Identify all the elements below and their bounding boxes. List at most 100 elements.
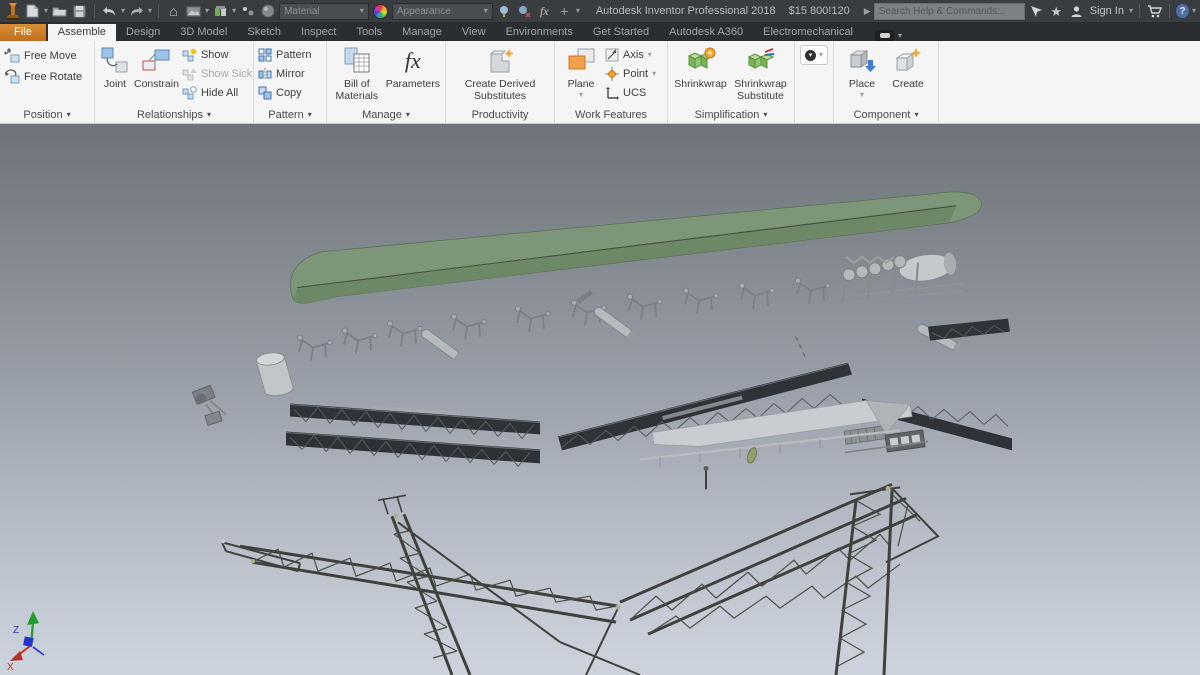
help-icon[interactable]: ? [1176,4,1189,18]
parameters-button[interactable]: fx Parameters [385,43,441,92]
user-icon[interactable] [1068,3,1085,19]
shrinkwrap-button[interactable]: Shrinkwrap [672,43,729,92]
material-dropdown[interactable]: Material ▾ [279,2,369,20]
group-label-relationships[interactable]: Relationships ▾ [99,107,249,123]
ucs-button[interactable]: UCS [605,84,656,101]
tab-environments[interactable]: Environments [496,24,583,41]
tab-view[interactable]: View [452,24,496,41]
blade-part[interactable] [290,191,982,304]
model-canvas[interactable]: X Z [0,124,1200,675]
fx-icon[interactable]: fx [536,3,553,19]
undo-icon[interactable] [101,3,118,19]
plane-button[interactable]: Plane ▾ [559,43,603,101]
update-caret[interactable]: ▾ [232,7,236,15]
tab-autodesk-a360[interactable]: Autodesk A360 [659,24,753,41]
new-file-icon[interactable] [24,3,41,19]
search-go-icon[interactable] [1028,3,1045,19]
update-icon[interactable] [212,3,229,19]
search-overflow-caret[interactable]: ▶ [864,6,871,16]
tab-file[interactable]: File [0,24,46,41]
help-caret[interactable]: ▾ [1192,7,1196,15]
create-button[interactable]: Create [885,43,931,92]
jib-truss-part[interactable] [220,465,940,675]
tab-design[interactable]: Design [116,24,170,41]
bill-of-materials-button[interactable]: Bill of Materials [331,43,383,104]
plane-caret[interactable]: ▾ [579,91,583,99]
truss-beam-short[interactable] [928,318,1010,341]
tab-3d-model[interactable]: 3D Model [170,24,237,41]
joint-icon [100,45,130,77]
tab-inspect[interactable]: Inspect [291,24,346,41]
cart-icon[interactable] [1146,3,1163,19]
mirror-button[interactable]: Mirror [258,65,311,82]
ucs-label: UCS [623,86,647,99]
copy-button[interactable]: Copy [258,84,311,101]
favorites-star-icon[interactable]: ★ [1048,3,1065,19]
group-label-component[interactable]: Component ▾ [838,107,934,123]
search-input[interactable] [873,2,1025,20]
truss-beam-left-lower[interactable] [285,431,541,468]
point-caret[interactable]: ▾ [652,69,656,78]
shrinkwrap-substitute-button[interactable]: Shrinkwrap Substitute [731,43,790,104]
group-label-manage[interactable]: Manage ▾ [331,107,441,123]
group-label-productivity[interactable]: Productivity [450,107,550,123]
axis-button[interactable]: Axis ▾ [605,46,656,63]
hide-all-button[interactable]: Hide All [182,84,252,101]
new-file-caret[interactable]: ▾ [44,7,48,15]
tab-assemble[interactable]: Assemble [47,24,117,41]
view-face-icon[interactable] [185,3,202,19]
tab-electromechanical[interactable]: Electromechanical [753,24,863,41]
select-icon[interactable] [239,3,256,19]
pattern-button[interactable]: Pattern [258,46,311,63]
sign-in-label[interactable]: Sign In [1090,5,1124,17]
group-label-work-features[interactable]: Work Features [559,107,663,123]
open-icon[interactable] [51,3,68,19]
add-qat-icon[interactable]: + [556,3,573,19]
group-label-simplification[interactable]: Simplification ▾ [672,107,790,123]
appearance-dropdown[interactable]: Appearance ▾ [391,2,493,20]
create-derived-substitutes-icon [484,45,516,77]
show-sick-button[interactable]: Show Sick [182,65,252,82]
truss-beam-left-upper[interactable] [289,403,541,440]
bracket-parts-row[interactable] [296,277,962,363]
tab-get-started[interactable]: Get Started [583,24,659,41]
tab-tools[interactable]: Tools [346,24,392,41]
clear-appearance-icon[interactable] [516,3,533,19]
group-label-pattern[interactable]: Pattern ▾ [258,107,322,123]
axis-caret[interactable]: ▾ [648,50,652,59]
show-button[interactable]: Show [182,46,252,63]
sign-in-caret[interactable]: ▾ [1129,7,1133,15]
home-icon[interactable]: ⌂ [165,3,182,19]
plane-icon [566,45,596,77]
save-icon[interactable] [71,3,88,19]
tab-sketch[interactable]: Sketch [237,24,291,41]
create-derived-substitutes-button[interactable]: Create Derived Substitutes [453,43,547,104]
fitting-part[interactable] [191,384,227,427]
cylinder-part[interactable] [255,351,294,398]
ribbon-display-options[interactable]: ▾ [869,30,908,41]
connector-part[interactable] [746,447,759,465]
tab-manage[interactable]: Manage [392,24,452,41]
free-move-button[interactable]: Free Move [4,47,77,64]
material-dropdown-value: Material [284,5,320,17]
undo-caret[interactable]: ▾ [121,7,125,15]
joint-button[interactable]: Joint [99,43,131,92]
group-label-position[interactable]: Position ▾ [4,107,90,123]
material-sphere-icon[interactable] [259,3,276,19]
adjust-icon[interactable] [496,3,513,19]
redo-icon[interactable] [128,3,145,19]
free-rotate-button[interactable]: Free Rotate [4,68,82,85]
place-button[interactable]: Place ▾ [841,43,883,101]
redo-caret[interactable]: ▾ [148,7,152,15]
place-caret[interactable]: ▾ [860,91,864,99]
inventor-logo[interactable] [4,3,21,20]
ribbon-tab-bar: File Assemble Design 3D Model Sketch Ins… [0,22,1200,41]
constrain-button[interactable]: Constrain [133,43,180,92]
view-options-button[interactable]: ▾ ▾ [800,45,829,65]
qat-overflow-caret[interactable]: ▾ [576,7,580,15]
point-button[interactable]: Point ▾ [605,65,656,82]
viewport[interactable]: X Z [0,124,1200,675]
color-wheel-icon[interactable] [372,3,389,19]
view-face-caret[interactable]: ▾ [205,7,209,15]
hub-assembly-part[interactable] [823,251,964,305]
